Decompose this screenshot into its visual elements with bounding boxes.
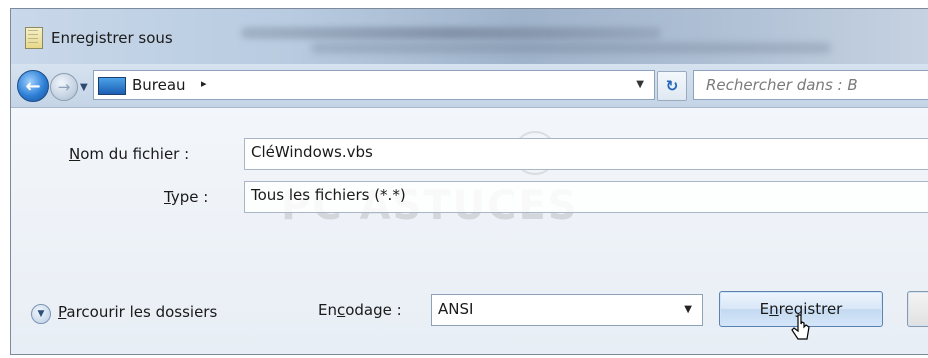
save-as-dialog: Enregistrer sous ← → ▼ Bureau ▸ ▼ ↻ Rech… bbox=[10, 8, 928, 355]
filename-label: Nom du fichier : bbox=[69, 145, 189, 163]
address-bar[interactable]: Bureau ▸ ▼ bbox=[93, 70, 655, 100]
filename-label-text: om du fichier : bbox=[80, 145, 190, 163]
expand-circle-icon[interactable]: ▼ bbox=[31, 304, 51, 324]
refresh-icon[interactable]: ↻ bbox=[657, 71, 687, 101]
history-dropdown-icon[interactable]: ▼ bbox=[80, 82, 88, 93]
title-bar[interactable]: Enregistrer sous bbox=[11, 9, 928, 64]
save-label-pre: E bbox=[759, 300, 770, 318]
type-value[interactable]: Tous les fichiers (*.*) bbox=[251, 186, 406, 204]
dialog-body: PC ASTUCES Nom du fichier : CléWindows.v… bbox=[11, 108, 928, 354]
encoding-label-post: odage : bbox=[345, 301, 402, 319]
type-label-text: ype : bbox=[170, 188, 209, 206]
window-title: Enregistrer sous bbox=[51, 29, 173, 47]
navigation-toolbar: ← → ▼ Bureau ▸ ▼ ↻ Rechercher dans : B bbox=[11, 64, 928, 108]
encoding-select[interactable]: ANSI ▼ bbox=[431, 294, 703, 326]
browse-text: arcourir les dossiers bbox=[66, 303, 218, 321]
title-bar-blur-2 bbox=[311, 43, 831, 53]
encoding-label-pre: En bbox=[318, 301, 337, 319]
filename-label-hotkey: N bbox=[69, 145, 81, 163]
address-dropdown-icon[interactable]: ▼ bbox=[636, 79, 644, 90]
desktop-icon bbox=[98, 77, 126, 95]
forward-arrow-icon[interactable]: → bbox=[50, 73, 78, 101]
filename-field[interactable]: CléWindows.vbs bbox=[244, 138, 928, 170]
cancel-button[interactable] bbox=[907, 291, 928, 327]
type-label: Type : bbox=[164, 188, 208, 206]
search-placeholder: Rechercher dans : B bbox=[706, 76, 858, 94]
search-input[interactable]: Rechercher dans : B bbox=[693, 70, 928, 100]
encoding-label-hotkey: c bbox=[336, 301, 346, 319]
save-label-hotkey: n bbox=[769, 300, 779, 318]
address-location[interactable]: Bureau bbox=[132, 76, 186, 94]
browse-folders-link[interactable]: Parcourir les dossiers bbox=[58, 303, 217, 321]
title-bar-blur bbox=[241, 27, 661, 39]
dropdown-icon[interactable]: ▼ bbox=[684, 304, 692, 315]
encoding-value[interactable]: ANSI bbox=[438, 300, 473, 318]
encoding-label: Encodage : bbox=[318, 301, 402, 319]
document-icon bbox=[25, 27, 43, 49]
back-arrow-icon[interactable]: ← bbox=[17, 70, 49, 102]
type-select[interactable]: Tous les fichiers (*.*) bbox=[244, 181, 928, 213]
filename-value[interactable]: CléWindows.vbs bbox=[251, 143, 373, 161]
breadcrumb-arrow-icon[interactable]: ▸ bbox=[201, 77, 207, 90]
type-label-hotkey: T bbox=[164, 188, 171, 206]
